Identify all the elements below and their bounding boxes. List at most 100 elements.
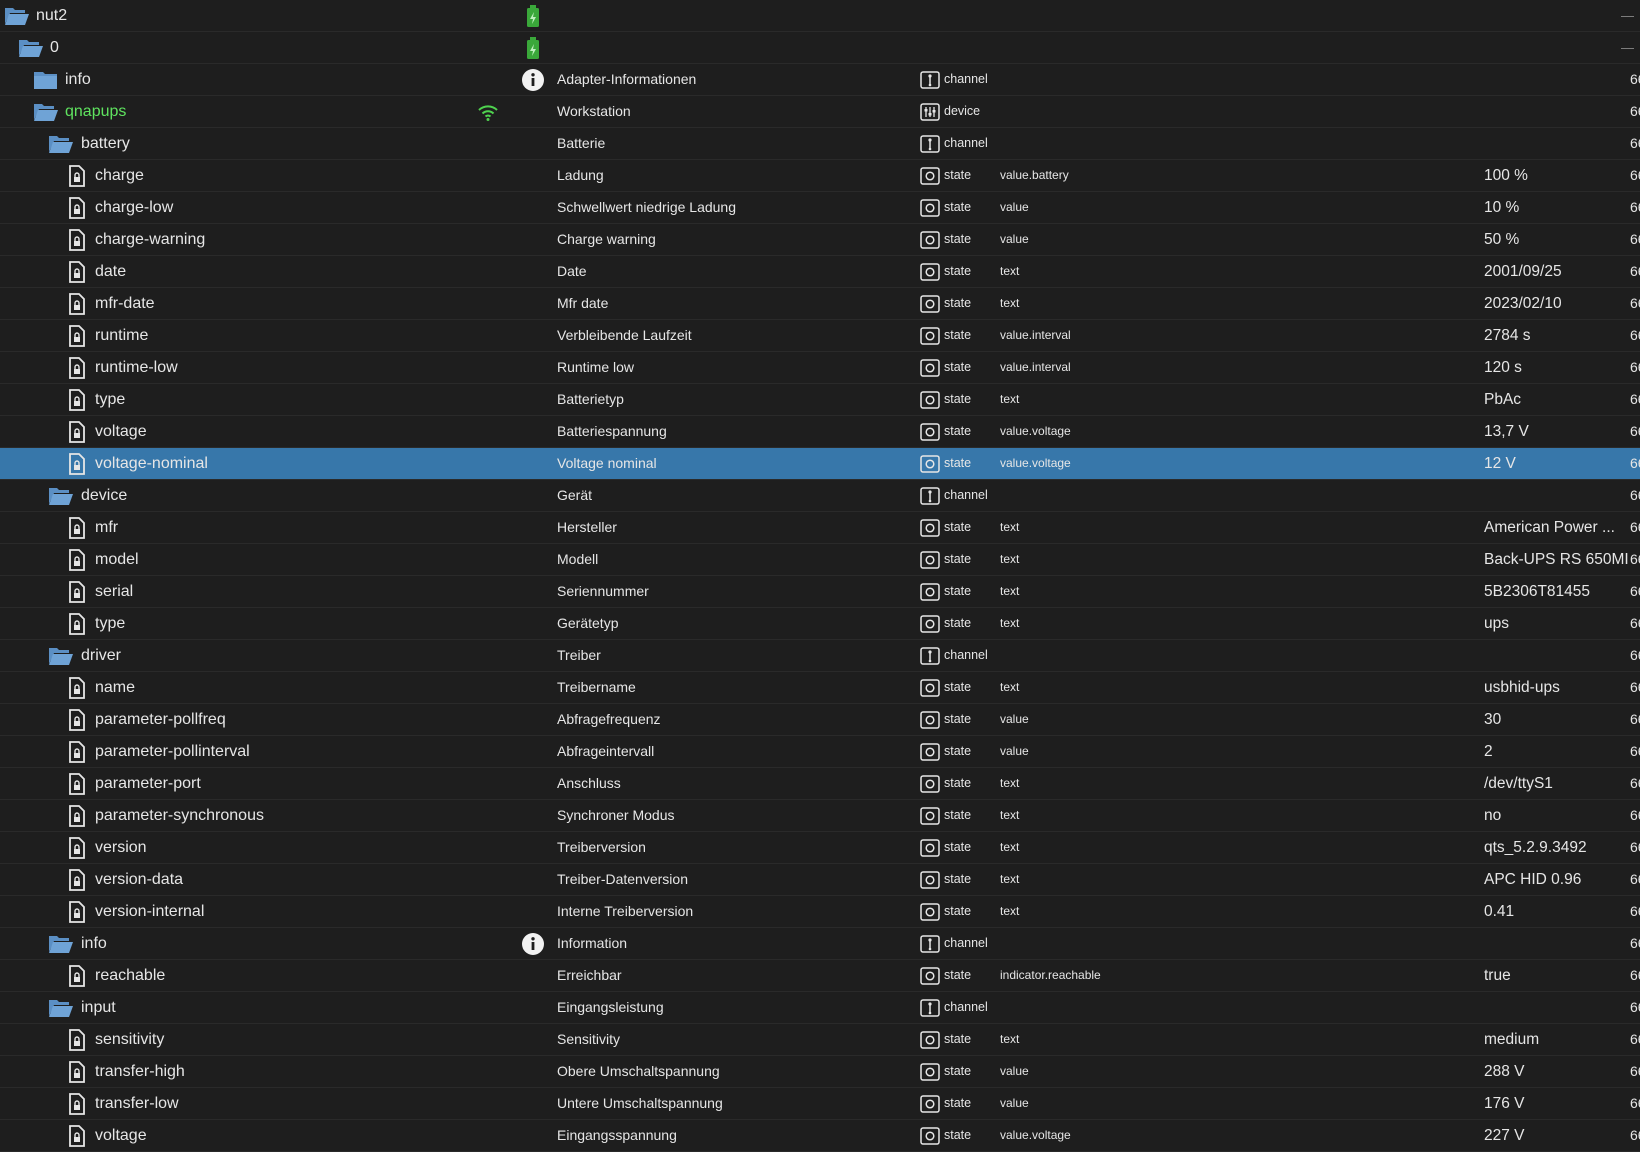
tree-row[interactable]: parameter-port Anschluss state text/dev/tty… <box>0 768 1640 800</box>
row-value[interactable]: ups <box>1484 608 1509 639</box>
row-value[interactable]: 2001/09/25 <box>1484 256 1562 287</box>
row-type: state <box>944 168 972 182</box>
row-name: runtime-low <box>95 359 178 376</box>
row-name: parameter-synchronous <box>95 807 264 824</box>
tree-row[interactable]: parameter-pollinterval Abfrageintervall st… <box>0 736 1640 768</box>
tree-row[interactable]: version-data Treiber-Datenversion state tex… <box>0 864 1640 896</box>
tree-row[interactable]: reachable Erreichbar state indicator.reacha… <box>0 960 1640 992</box>
row-value[interactable]: Back-UPS RS 650MI <box>1484 544 1629 575</box>
row-value[interactable]: 50 % <box>1484 224 1519 255</box>
row-value[interactable]: 176 V <box>1484 1088 1525 1119</box>
row-value[interactable]: 13,7 V <box>1484 416 1529 447</box>
tree-row[interactable]: input Eingangsleistung channel 66 <box>0 992 1640 1024</box>
tree-row[interactable]: voltage Eingangsspannung state value.voltag… <box>0 1120 1640 1152</box>
folder-open-icon[interactable] <box>48 484 74 508</box>
tree-row[interactable]: driver Treiber channel 66 <box>0 640 1640 672</box>
tree-row[interactable]: voltage-nominal Voltage nominal state value… <box>0 448 1640 480</box>
file-lock-icon <box>64 516 90 540</box>
tree-row[interactable]: date Date state text 2001/09/25 66 <box>0 256 1640 288</box>
tree-row[interactable]: voltage Batteriespannung state value.voltag… <box>0 416 1640 448</box>
tree-row[interactable]: battery Batterie channel 66 <box>0 128 1640 160</box>
row-type: state <box>944 808 972 822</box>
tree-row[interactable]: info Adapter-Informationen channel 66 <box>0 64 1640 96</box>
folder-icon[interactable] <box>33 68 59 92</box>
tree-row[interactable]: serial Seriennummer state text 5B2306T81455 6… <box>0 576 1640 608</box>
row-value[interactable]: APC HID 0.96 <box>1484 864 1581 895</box>
tree-row[interactable]: charge-warning Charge warning state value 50… <box>0 224 1640 256</box>
row-value[interactable]: 100 % <box>1484 160 1528 191</box>
folder-open-icon[interactable] <box>48 132 74 156</box>
folder-open-icon[interactable] <box>18 36 44 60</box>
row-value[interactable]: medium <box>1484 1024 1539 1055</box>
tree-row[interactable]: nut2 — <box>0 0 1640 32</box>
tree-row[interactable]: mfr-date Mfr date state text 2023/02/10 66 <box>0 288 1640 320</box>
tree-row[interactable]: sensitivity Sensitivity state text medium 66 <box>0 1024 1640 1056</box>
tree-row[interactable]: 0— <box>0 32 1640 64</box>
row-name: version-internal <box>95 903 205 920</box>
row-name: transfer-low <box>95 1095 179 1112</box>
row-value[interactable]: 288 V <box>1484 1056 1525 1087</box>
tree-row[interactable]: mfr Hersteller state text American Power ...… <box>0 512 1640 544</box>
row-end-cell: 66 <box>1630 839 1640 855</box>
row-value[interactable]: no <box>1484 800 1501 831</box>
row-type: state <box>944 1128 972 1142</box>
row-value[interactable]: 2023/02/10 <box>1484 288 1562 319</box>
row-end-cell: 66 <box>1630 1095 1640 1111</box>
row-type: state <box>944 904 972 918</box>
row-value[interactable]: 2784 s <box>1484 320 1531 351</box>
tree-row[interactable]: type Batterietyp state text PbAc 66 <box>0 384 1640 416</box>
row-value[interactable]: American Power ... <box>1484 512 1615 543</box>
tree-row[interactable]: transfer-low Untere Umschaltspannung state… <box>0 1088 1640 1120</box>
folder-open-icon[interactable] <box>48 644 74 668</box>
tree-row[interactable]: name Treibername state text usbhid-ups 66 <box>0 672 1640 704</box>
row-role: text <box>1000 296 1020 310</box>
row-role: text <box>1000 840 1020 854</box>
row-end-cell: — <box>1621 40 1634 55</box>
file-lock-icon <box>64 580 90 604</box>
row-value[interactable]: PbAc <box>1484 384 1521 415</box>
folder-open-icon[interactable] <box>48 932 74 956</box>
row-description: Batterietyp <box>557 391 624 407</box>
state-icon <box>920 743 940 761</box>
tree-row[interactable]: charge Ladung state value.battery 100 % 66 <box>0 160 1640 192</box>
tree-row[interactable]: charge-low Schwellwert niedrige Ladung sta… <box>0 192 1640 224</box>
tree-row[interactable]: device Gerät channel 66 <box>0 480 1640 512</box>
row-value[interactable]: 2 <box>1484 736 1493 767</box>
channel-icon <box>920 999 940 1017</box>
row-value[interactable]: 120 s <box>1484 352 1522 383</box>
row-value[interactable]: 10 % <box>1484 192 1519 223</box>
row-value[interactable]: qts_5.2.9.3492 <box>1484 832 1587 863</box>
tree-row[interactable]: model Modell state text Back-UPS RS 650MI66 <box>0 544 1640 576</box>
row-name: mfr <box>95 519 119 536</box>
info-icon <box>520 68 546 92</box>
tree-row[interactable]: runtime-low Runtime low state value.interva… <box>0 352 1640 384</box>
state-icon <box>920 1127 940 1145</box>
tree-row[interactable]: version Treiberversion state text qts_5.2.9.… <box>0 832 1640 864</box>
folder-open-icon[interactable] <box>48 996 74 1020</box>
row-value[interactable]: 227 V <box>1484 1120 1525 1151</box>
tree-row[interactable]: runtime Verbleibende Laufzeit state value.i… <box>0 320 1640 352</box>
row-value[interactable]: /dev/ttyS1 <box>1484 768 1553 799</box>
tree-row[interactable]: qnapups Workstation device 66 <box>0 96 1640 128</box>
tree-row[interactable]: parameter-pollfreq Abfragefrequenz state va… <box>0 704 1640 736</box>
row-value[interactable]: 5B2306T81455 <box>1484 576 1590 607</box>
row-end-cell: 66 <box>1630 743 1640 759</box>
row-value[interactable]: true <box>1484 960 1511 991</box>
row-value[interactable]: usbhid-ups <box>1484 672 1560 703</box>
row-description: Abfragefrequenz <box>557 711 661 727</box>
tree-row[interactable]: type Gerätetyp state text ups 66 <box>0 608 1640 640</box>
state-icon <box>920 711 940 729</box>
row-value[interactable]: 12 V <box>1484 448 1516 479</box>
file-lock-icon <box>64 196 90 220</box>
folder-open-icon[interactable] <box>33 100 59 124</box>
tree-row[interactable]: version-internal Interne Treiberversion st… <box>0 896 1640 928</box>
row-value[interactable]: 30 <box>1484 704 1501 735</box>
tree-row[interactable]: info Information channel 66 <box>0 928 1640 960</box>
row-description: Synchroner Modus <box>557 807 675 823</box>
row-type: state <box>944 584 972 598</box>
tree-row[interactable]: parameter-synchronous Synchroner Modus sta… <box>0 800 1640 832</box>
row-value[interactable]: 0.41 <box>1484 896 1514 927</box>
tree-row[interactable]: transfer-high Obere Umschaltspannung state… <box>0 1056 1640 1088</box>
folder-open-icon[interactable] <box>4 4 30 28</box>
file-lock-icon <box>64 708 90 732</box>
